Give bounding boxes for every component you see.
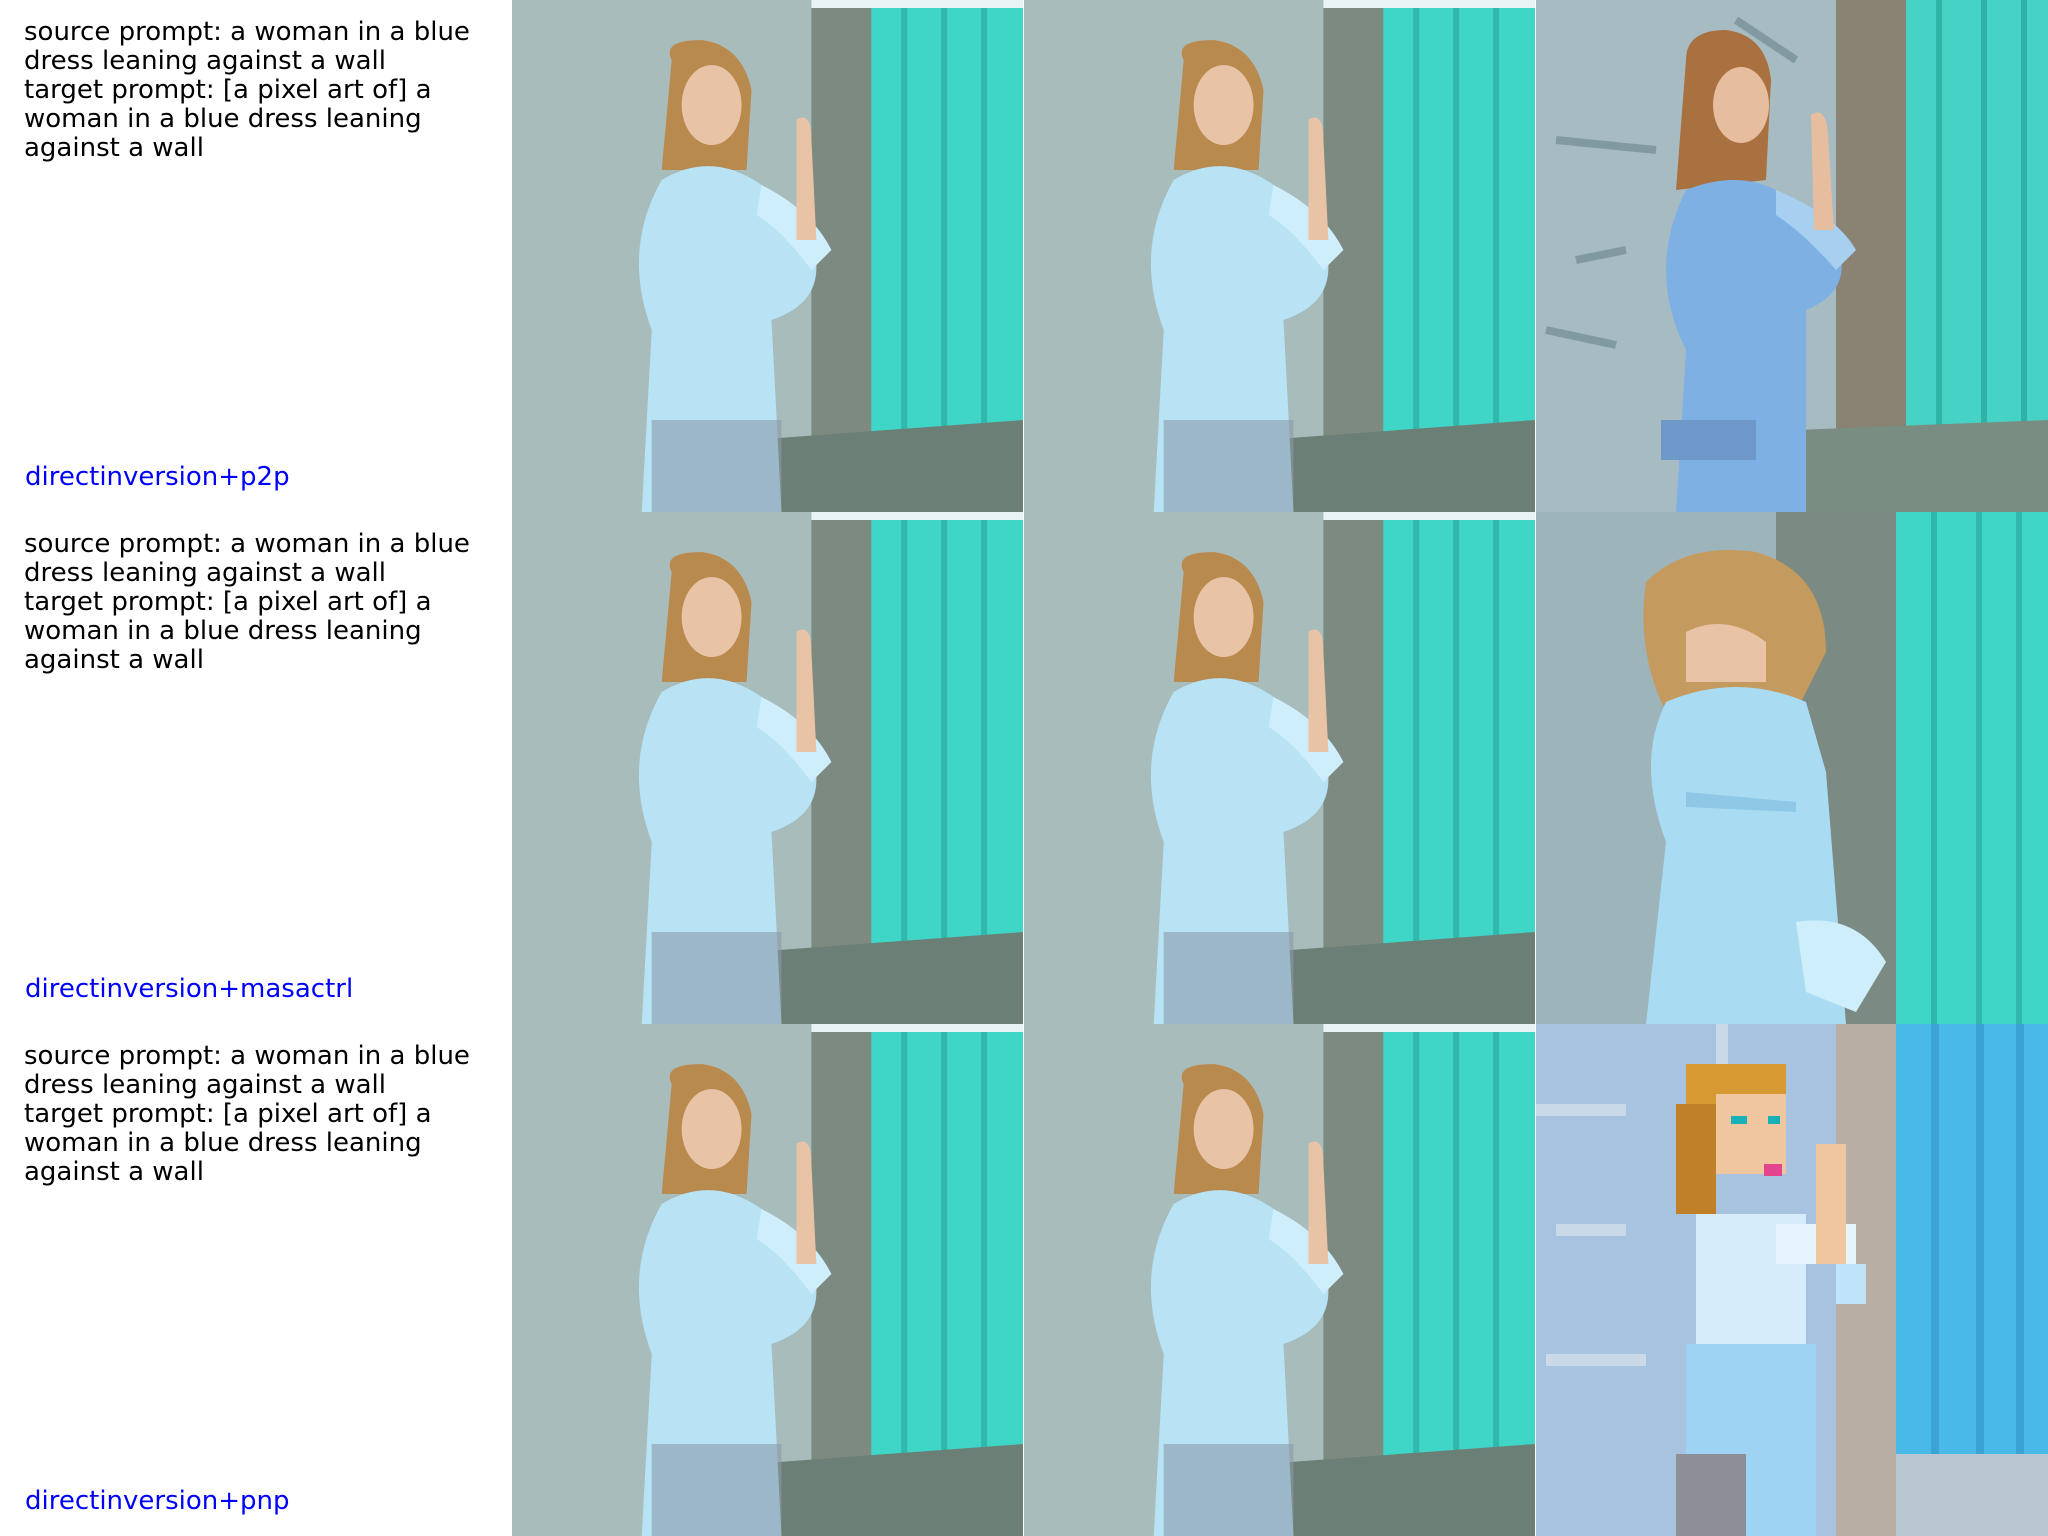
result-row: source prompt: a woman in a blue dress l… bbox=[0, 1024, 2048, 1536]
reconstruction-image bbox=[1024, 1024, 1535, 1536]
reconstruction-image bbox=[1024, 512, 1535, 1024]
method-label: directinversion+masactrl bbox=[25, 974, 354, 1004]
prompt-text: source prompt: a woman in a blue dress l… bbox=[24, 18, 510, 163]
caption-cell: source prompt: a woman in a blue dress l… bbox=[0, 512, 512, 1024]
method-label: directinversion+p2p bbox=[25, 462, 290, 492]
reconstruction-image bbox=[1024, 0, 1535, 512]
source-prompt: source prompt: a woman in a blue dress l… bbox=[24, 529, 470, 588]
result-row: source prompt: a woman in a blue dress l… bbox=[0, 0, 2048, 512]
edited-image bbox=[1536, 1024, 2048, 1536]
prompt-text: source prompt: a woman in a blue dress l… bbox=[24, 1042, 510, 1187]
result-row: source prompt: a woman in a blue dress l… bbox=[0, 512, 2048, 1024]
target-prompt: target prompt: [a pixel art of] a woman … bbox=[24, 75, 432, 163]
edited-image bbox=[1536, 512, 2048, 1024]
edited-image bbox=[1536, 0, 2048, 512]
source-image bbox=[512, 512, 1023, 1024]
source-prompt: source prompt: a woman in a blue dress l… bbox=[24, 17, 470, 76]
prompt-text: source prompt: a woman in a blue dress l… bbox=[24, 530, 510, 675]
source-prompt: source prompt: a woman in a blue dress l… bbox=[24, 1041, 470, 1100]
source-image bbox=[512, 1024, 1023, 1536]
caption-cell: source prompt: a woman in a blue dress l… bbox=[0, 1024, 512, 1536]
method-label: directinversion+pnp bbox=[25, 1486, 290, 1516]
caption-cell: source prompt: a woman in a blue dress l… bbox=[0, 0, 512, 512]
source-image bbox=[512, 0, 1023, 512]
target-prompt: target prompt: [a pixel art of] a woman … bbox=[24, 1099, 432, 1187]
target-prompt: target prompt: [a pixel art of] a woman … bbox=[24, 587, 432, 675]
